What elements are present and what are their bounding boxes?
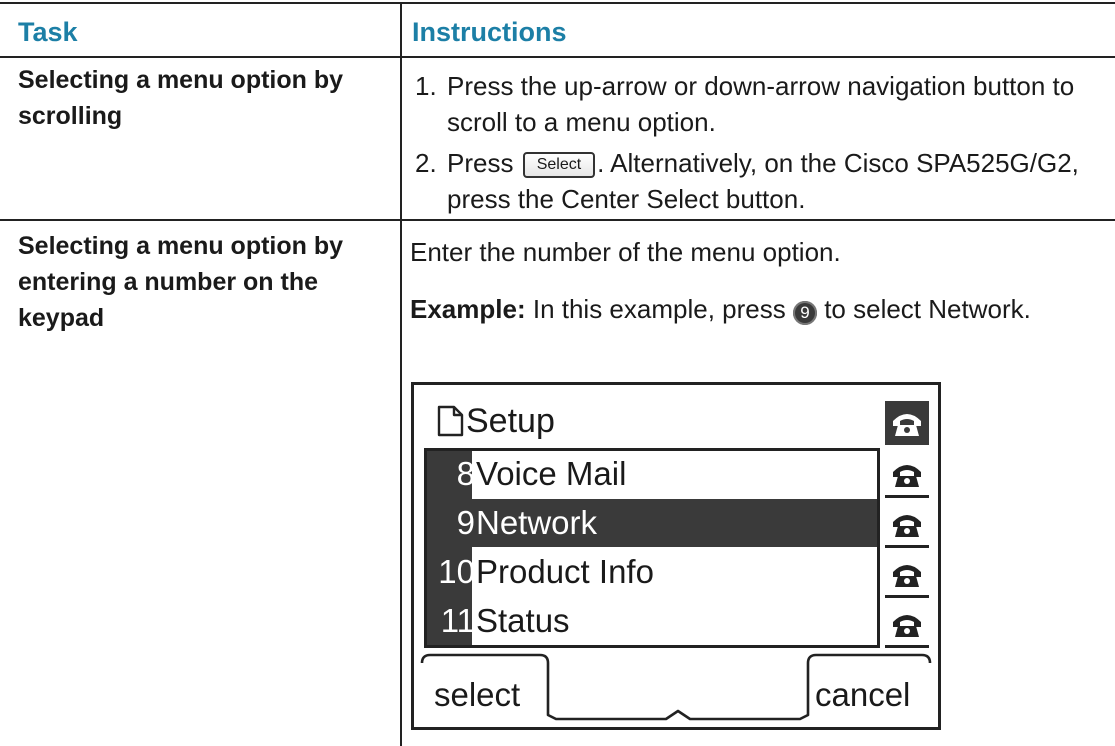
menu-item-label: Product Info bbox=[476, 553, 654, 590]
line-button bbox=[885, 504, 929, 548]
line-button bbox=[885, 604, 929, 648]
step-text: Press the up-arrow or down-arrow navigat… bbox=[447, 71, 1075, 137]
task-cell: Selecting a menu option by entering a nu… bbox=[18, 232, 344, 332]
line-button bbox=[885, 454, 929, 498]
step-text-before: Press bbox=[447, 148, 514, 178]
step-number: 2. bbox=[415, 148, 437, 178]
example-paragraph: Example: In this example, press 9 to sel… bbox=[410, 291, 1100, 327]
menu-item-voice-mail[interactable]: 8 Voice Mail bbox=[427, 451, 877, 498]
menu-item-number: 10 bbox=[438, 553, 475, 590]
phone-handset-icon bbox=[893, 414, 921, 436]
phone-handset-icon bbox=[893, 565, 921, 587]
example-label: Example: bbox=[410, 294, 526, 324]
example-text-after: to select Network. bbox=[824, 294, 1031, 324]
step-number: 1. bbox=[415, 71, 437, 101]
select-softkey-icon: Select bbox=[522, 152, 596, 178]
phone-handset-icon bbox=[893, 515, 921, 537]
screen-title-label: Setup bbox=[466, 402, 555, 440]
row-divider bbox=[0, 219, 1115, 221]
line-button bbox=[885, 401, 929, 445]
softkey-bar: select cancel bbox=[420, 653, 932, 723]
cancel-softkey[interactable]: cancel bbox=[815, 675, 910, 715]
keypad-9-icon: 9 bbox=[792, 301, 817, 325]
menu-item-network[interactable]: 9 Network bbox=[427, 499, 877, 547]
menu-item-number: 9 bbox=[456, 504, 475, 541]
example-text-before: In this example, press bbox=[532, 294, 786, 324]
select-softkey[interactable]: select bbox=[434, 675, 520, 715]
task-cell: Selecting a menu option by scrolling bbox=[18, 66, 344, 130]
instruction-intro: Enter the number of the menu option. bbox=[410, 237, 841, 267]
menu-item-label: Network bbox=[476, 504, 598, 541]
column-divider bbox=[400, 2, 402, 746]
instructions-table: Task Instructions Selecting a menu optio… bbox=[0, 0, 1115, 746]
phone-handset-icon bbox=[893, 615, 921, 637]
header-task: Task bbox=[18, 17, 78, 47]
step-text: Press Select. Alternatively, on the Cisc… bbox=[447, 145, 1107, 217]
menu-item-product-info[interactable]: 10 Product Info bbox=[427, 548, 877, 596]
menu-item-number: 11 bbox=[440, 602, 475, 639]
phone-handset-icon bbox=[893, 465, 921, 487]
document-icon bbox=[437, 405, 464, 437]
menu-list: 8 Voice Mail 9 Network 10 Product Info 1… bbox=[424, 448, 880, 648]
menu-item-number: 8 bbox=[456, 455, 475, 492]
line-button bbox=[885, 554, 929, 598]
header-instructions: Instructions bbox=[412, 17, 567, 47]
menu-item-label: Voice Mail bbox=[476, 455, 627, 492]
menu-item-status[interactable]: 11 Status bbox=[427, 597, 877, 645]
menu-item-label: Status bbox=[476, 602, 570, 639]
header-rule bbox=[0, 56, 1115, 58]
phone-screen: Setup 8 Voice Mail 9 Network 10 Product … bbox=[411, 382, 941, 730]
table-top-rule bbox=[0, 2, 1115, 4]
